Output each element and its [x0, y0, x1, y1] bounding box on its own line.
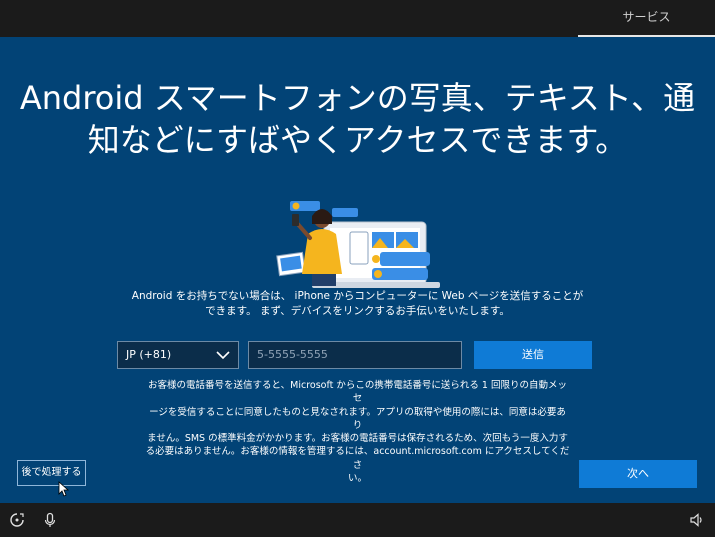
do-it-later-button[interactable]: 後で処理する — [17, 460, 86, 486]
main-panel: Android スマートフォンの写真、テキスト、通 知などにすばやくアクセスでき… — [0, 37, 715, 503]
legal-line: ージを受信することに同意したものと見なされます。アプリの取得や使用の際には、同意… — [149, 406, 566, 431]
tab-services[interactable]: サービス — [578, 0, 715, 37]
mouse-cursor-icon — [58, 481, 69, 497]
legal-line: い。 — [347, 473, 367, 485]
description-line-1: Android をお持ちでない場合は、 iPhone からコンピューターに We… — [131, 290, 584, 302]
legal-line: る必要はありません。お客様の情報を管理するには、account.microsof… — [145, 446, 570, 471]
description-line-2: できます。 まず、デバイスをリンクするお手伝いをいたします。 — [205, 305, 510, 317]
page-title-line-2: 知などにすばやくアクセスできます。 — [87, 121, 628, 159]
ease-of-access-icon[interactable] — [9, 512, 25, 528]
legal-line: ません。SMS の標準料金がかかります。お客様の電話番号は保存されるため、次回も… — [147, 433, 568, 445]
phone-link-illustration — [276, 201, 440, 288]
country-code-select[interactable]: JP (+81) — [117, 341, 239, 369]
phone-number-input[interactable]: 5-5555-5555 — [248, 341, 462, 369]
next-button[interactable]: 次へ — [579, 460, 697, 488]
bottom-bar — [0, 503, 715, 537]
legal-line: お客様の電話番号を送信すると、Microsoft からこの携帯電話番号に送られる… — [148, 380, 567, 405]
chevron-down-icon — [216, 351, 230, 360]
microphone-icon[interactable] — [42, 512, 58, 528]
send-button[interactable]: 送信 — [474, 341, 592, 369]
top-bar: サービス — [0, 0, 715, 37]
description: Android をお持ちでない場合は、 iPhone からコンピューターに We… — [120, 289, 595, 319]
page-title: Android スマートフォンの写真、テキスト、通 知などにすばやくアクセスでき… — [0, 77, 715, 161]
page-title-line-1: Android スマートフォンの写真、テキスト、通 — [19, 79, 696, 117]
country-code-value: JP (+81) — [126, 348, 172, 361]
volume-icon[interactable] — [689, 512, 705, 528]
legal-notice: お客様の電話番号を送信すると、Microsoft からこの携帯電話番号に送られる… — [145, 379, 570, 485]
